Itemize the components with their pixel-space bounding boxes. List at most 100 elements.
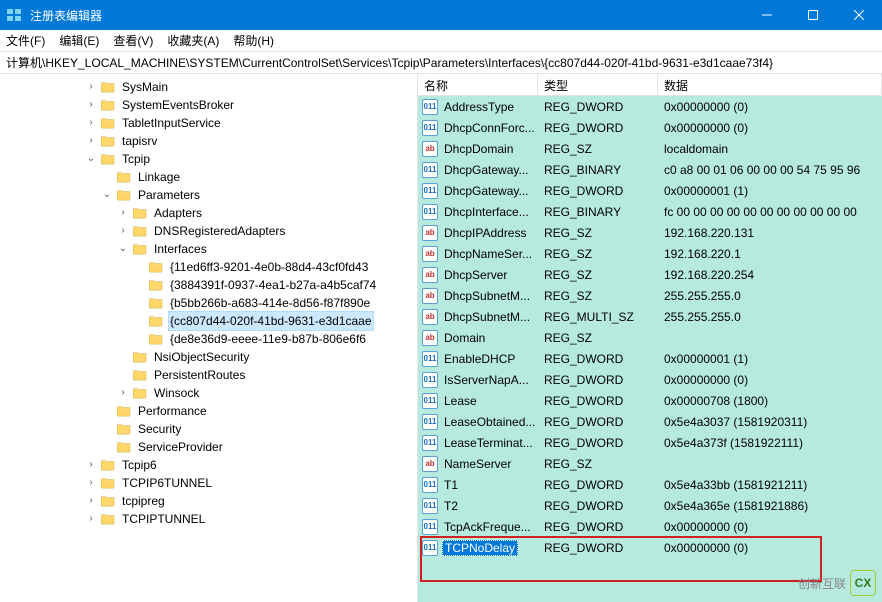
value-row[interactable]: 011TCPNoDelayREG_DWORD0x00000000 (0) <box>418 537 882 558</box>
tree-item[interactable]: NsiObjectSecurity <box>116 348 417 366</box>
expand-icon[interactable]: › <box>116 386 130 400</box>
menu-view[interactable]: 查看(V) <box>113 32 153 49</box>
expand-icon[interactable]: › <box>84 116 98 130</box>
tree-item-label: DNSRegisteredAdapters <box>152 222 287 240</box>
collapse-icon[interactable]: ⌄ <box>116 242 130 256</box>
binary-value-icon: 011 <box>422 120 438 136</box>
tree-item[interactable]: ›Adapters <box>116 204 417 222</box>
tree-item[interactable]: ›Winsock <box>116 384 417 402</box>
binary-value-icon: 011 <box>422 435 438 451</box>
expand-icon[interactable]: › <box>116 224 130 238</box>
tree-item[interactable]: › tapisrv <box>84 132 417 150</box>
tree-item[interactable]: › DNSRegisteredAdapters <box>116 222 417 240</box>
value-row[interactable]: 011T1REG_DWORD0x5e4a33bb (1581921211) <box>418 474 882 495</box>
value-row[interactable]: abDhcpIPAddressREG_SZ192.168.220.131 <box>418 222 882 243</box>
tree-item[interactable]: ›tcpipreg <box>84 492 417 510</box>
tree-item[interactable]: ⌄ Interfaces <box>116 240 417 258</box>
value-type: REG_DWORD <box>538 100 658 114</box>
value-type: REG_SZ <box>538 457 658 471</box>
value-row[interactable]: 011IsServerNapA...REG_DWORD0x00000000 (0… <box>418 369 882 390</box>
value-row[interactable]: 011DhcpGateway...REG_DWORD0x00000001 (1) <box>418 180 882 201</box>
tree-item[interactable]: ›SystemEventsBroker <box>84 96 417 114</box>
tree-item[interactable]: ⌄Tcpip <box>84 150 417 168</box>
value-row[interactable]: abDhcpNameSer...REG_SZ192.168.220.1 <box>418 243 882 264</box>
address-bar[interactable]: 计算机\HKEY_LOCAL_MACHINE\SYSTEM\CurrentCon… <box>0 52 882 74</box>
value-name: T2 <box>442 499 460 513</box>
maximize-button[interactable] <box>790 0 836 30</box>
collapse-icon[interactable]: ⌄ <box>84 152 98 166</box>
folder-icon <box>148 314 164 328</box>
value-row[interactable]: abDomainREG_SZ <box>418 327 882 348</box>
tree-item[interactable]: ServiceProvider <box>100 438 417 456</box>
value-data: 0x00000001 (1) <box>658 352 882 366</box>
tree-item-label: TCPIPTUNNEL <box>120 510 207 528</box>
value-data: 192.168.220.1 <box>658 247 882 261</box>
value-type: REG_DWORD <box>538 184 658 198</box>
folder-icon <box>116 188 132 202</box>
expand-icon[interactable]: › <box>84 458 98 472</box>
expand-icon[interactable]: › <box>84 98 98 112</box>
value-row[interactable]: abDhcpSubnetM...REG_MULTI_SZ255.255.255.… <box>418 306 882 327</box>
tree-item[interactable]: {b5bb266b-a683-414e-8d56-f87f890e <box>132 294 417 312</box>
folder-icon <box>100 152 116 166</box>
tree-item[interactable]: ›SysMain <box>84 78 417 96</box>
tree-item-label: Interfaces <box>152 240 209 258</box>
value-row[interactable]: 011DhcpInterface...REG_BINARYfc 00 00 00… <box>418 201 882 222</box>
tree-item-label: tapisrv <box>120 132 159 150</box>
col-data[interactable]: 数据 <box>658 74 882 95</box>
value-row[interactable]: 011EnableDHCPREG_DWORD0x00000001 (1) <box>418 348 882 369</box>
value-row[interactable]: abDhcpDomainREG_SZlocaldomain <box>418 138 882 159</box>
tree-item[interactable]: Linkage <box>100 168 417 186</box>
value-row[interactable]: 011LeaseTerminat...REG_DWORD0x5e4a373f (… <box>418 432 882 453</box>
tree-item[interactable]: ⌄Parameters <box>100 186 417 204</box>
watermark-logo-icon: CX <box>850 570 876 596</box>
expand-icon[interactable]: › <box>84 80 98 94</box>
value-data: 0x00000000 (0) <box>658 121 882 135</box>
menu-help[interactable]: 帮助(H) <box>233 32 274 49</box>
value-row[interactable]: 011DhcpGateway...REG_BINARYc0 a8 00 01 0… <box>418 159 882 180</box>
folder-icon <box>132 242 148 256</box>
registry-tree[interactable]: ›SysMain›SystemEventsBroker›TabletInputS… <box>0 74 418 602</box>
tree-item[interactable]: {11ed6ff3-9201-4e0b-88d4-43cf0fd43 <box>132 258 417 276</box>
menu-file[interactable]: 文件(F) <box>6 32 45 49</box>
tree-item[interactable]: Performance <box>100 402 417 420</box>
close-button[interactable] <box>836 0 882 30</box>
tree-item[interactable]: {de8e36d9-eeee-11e9-b87b-806e6f6 <box>132 330 417 348</box>
expand-icon[interactable]: › <box>84 476 98 490</box>
tree-item[interactable]: {cc807d44-020f-41bd-9631-e3d1caae <box>132 312 417 330</box>
value-row[interactable]: 011LeaseObtained...REG_DWORD0x5e4a3037 (… <box>418 411 882 432</box>
value-row[interactable]: 011TcpAckFreque...REG_DWORD0x00000000 (0… <box>418 516 882 537</box>
value-row[interactable]: abNameServerREG_SZ <box>418 453 882 474</box>
menu-favorites[interactable]: 收藏夹(A) <box>167 32 219 49</box>
value-row[interactable]: 011DhcpConnForc...REG_DWORD0x00000000 (0… <box>418 117 882 138</box>
expand-icon[interactable]: › <box>84 494 98 508</box>
spacer-icon <box>132 296 146 310</box>
value-type: REG_DWORD <box>538 352 658 366</box>
tree-item[interactable]: ›TabletInputService <box>84 114 417 132</box>
value-data: 0x00000000 (0) <box>658 520 882 534</box>
col-name[interactable]: 名称 <box>418 74 538 95</box>
expand-icon[interactable]: › <box>116 206 130 220</box>
minimize-button[interactable] <box>744 0 790 30</box>
menu-edit[interactable]: 编辑(E) <box>59 32 99 49</box>
value-name: T1 <box>442 478 460 492</box>
tree-item[interactable]: PersistentRoutes <box>116 366 417 384</box>
value-row[interactable]: 011LeaseREG_DWORD0x00000708 (1800) <box>418 390 882 411</box>
value-name: DhcpNameSer... <box>442 247 534 261</box>
value-row[interactable]: 011AddressTypeREG_DWORD0x00000000 (0) <box>418 96 882 117</box>
tree-item-label: TCPIP6TUNNEL <box>120 474 214 492</box>
expand-icon[interactable]: › <box>84 134 98 148</box>
tree-item[interactable]: › TCPIPTUNNEL <box>84 510 417 528</box>
expand-icon[interactable]: › <box>84 512 98 526</box>
value-row[interactable]: 011T2REG_DWORD0x5e4a365e (1581921886) <box>418 495 882 516</box>
value-row[interactable]: abDhcpSubnetM...REG_SZ255.255.255.0 <box>418 285 882 306</box>
tree-item[interactable]: Security <box>100 420 417 438</box>
col-type[interactable]: 类型 <box>538 74 658 95</box>
value-type: REG_DWORD <box>538 436 658 450</box>
tree-item[interactable]: {3884391f-0937-4ea1-b27a-a4b5caf74 <box>132 276 417 294</box>
tree-item[interactable]: › TCPIP6TUNNEL <box>84 474 417 492</box>
tree-item[interactable]: ›Tcpip6 <box>84 456 417 474</box>
collapse-icon[interactable]: ⌄ <box>100 188 114 202</box>
value-row[interactable]: abDhcpServerREG_SZ192.168.220.254 <box>418 264 882 285</box>
string-value-icon: ab <box>422 330 438 346</box>
